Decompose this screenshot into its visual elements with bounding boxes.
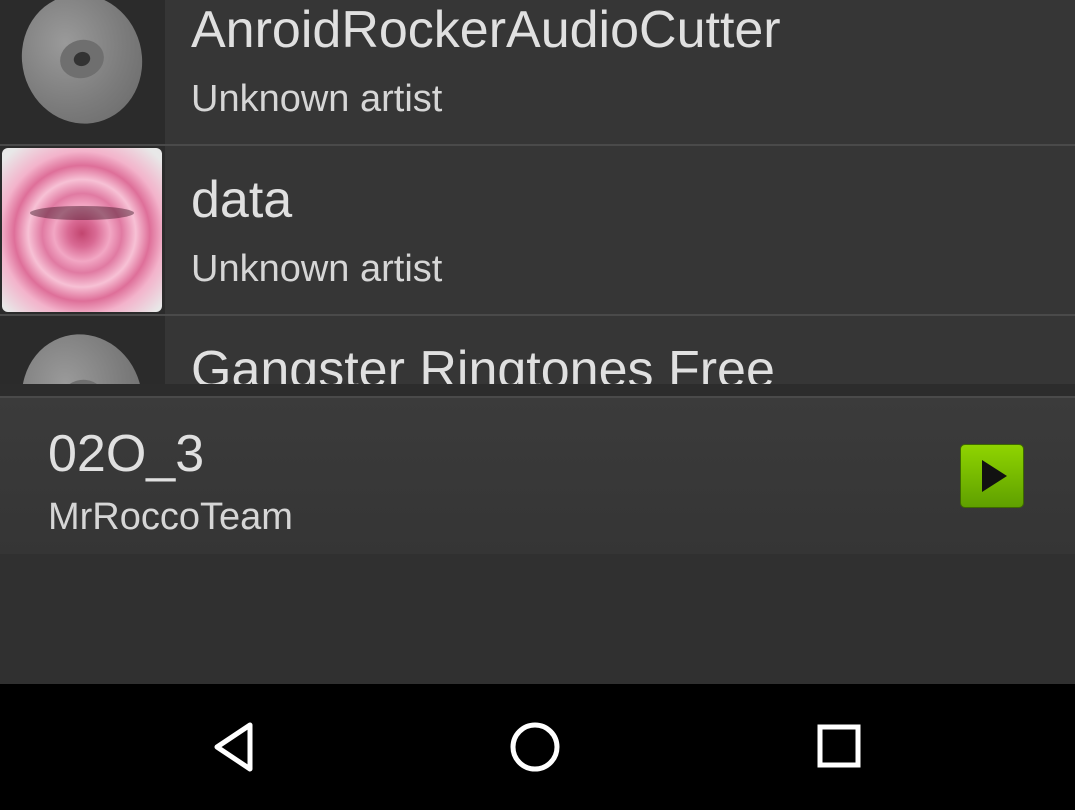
list-item[interactable]: AnroidRockerAudioCutter Unknown artist bbox=[0, 0, 1075, 146]
empty-area bbox=[0, 554, 1075, 684]
back-button[interactable] bbox=[205, 717, 265, 777]
disc-icon bbox=[7, 0, 157, 138]
system-nav-bar bbox=[0, 684, 1075, 810]
play-button[interactable] bbox=[960, 444, 1024, 508]
song-title: data bbox=[191, 171, 293, 229]
now-playing-bar[interactable]: 02O_3 MrRoccoTeam bbox=[0, 396, 1075, 554]
back-triangle-icon bbox=[214, 722, 253, 772]
recents-square-icon bbox=[817, 724, 861, 768]
disc-icon bbox=[7, 320, 157, 384]
home-circle-icon bbox=[510, 722, 560, 772]
list-item[interactable]: Gangster Ringtones Free bbox=[0, 316, 1075, 384]
now-playing-artist: MrRoccoTeam bbox=[48, 496, 293, 538]
rose-album-art-image bbox=[2, 148, 162, 312]
now-playing-title: 02O_3 bbox=[48, 425, 205, 483]
song-artist: Unknown artist bbox=[191, 248, 443, 290]
song-title: AnroidRockerAudioCutter bbox=[191, 1, 781, 59]
recents-button[interactable] bbox=[809, 717, 869, 777]
divider bbox=[0, 384, 1075, 396]
play-icon bbox=[982, 460, 1007, 492]
song-title: Gangster Ringtones Free bbox=[191, 341, 775, 384]
album-art bbox=[0, 0, 165, 144]
music-app-screen: AnroidRockerAudioCutter Unknown artist d… bbox=[0, 0, 1075, 810]
song-list: AnroidRockerAudioCutter Unknown artist d… bbox=[0, 0, 1075, 384]
album-art bbox=[0, 146, 165, 314]
home-button[interactable] bbox=[506, 717, 566, 777]
song-artist: Unknown artist bbox=[191, 78, 443, 120]
album-art bbox=[0, 316, 165, 384]
list-item[interactable]: data Unknown artist bbox=[0, 146, 1075, 316]
